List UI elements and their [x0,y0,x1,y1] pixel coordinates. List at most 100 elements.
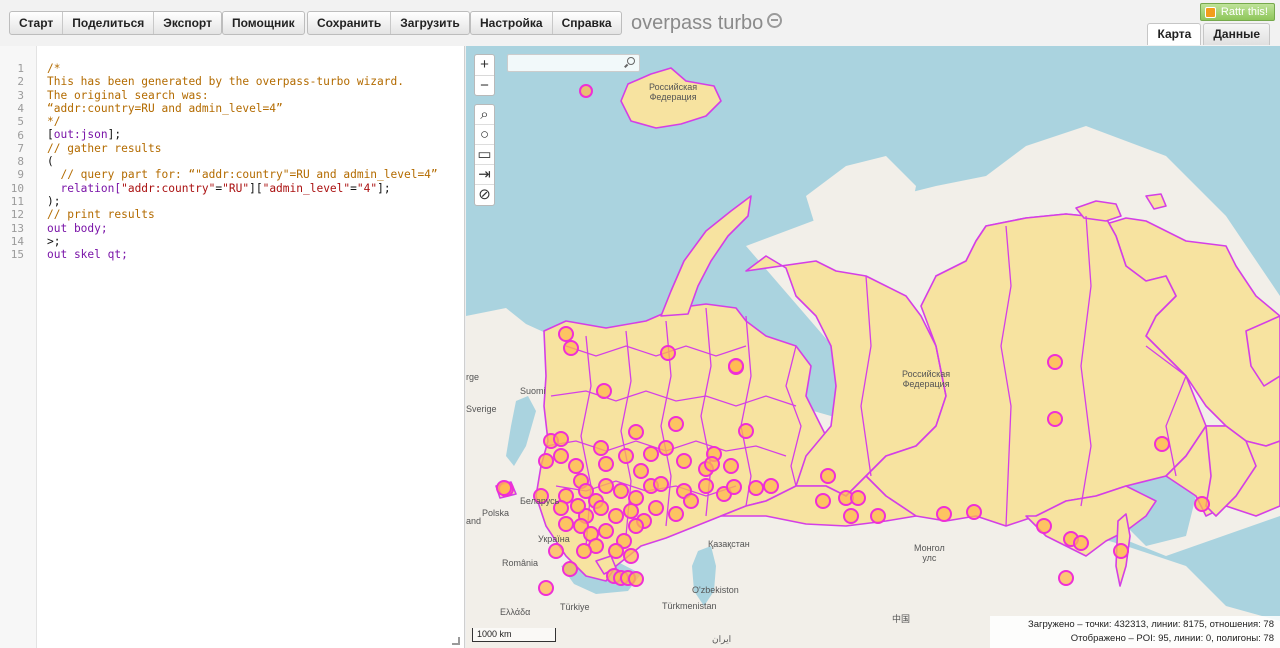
poi-marker [1036,518,1052,534]
export-button[interactable]: Экспорт [154,12,221,34]
code-line: ); [47,195,438,208]
line-number: 10 [10,181,24,195]
line-number: 2 [17,75,24,89]
poi-marker [558,326,574,342]
poi-marker [698,478,714,494]
help-button[interactable]: Справка [553,12,621,34]
poi-marker [966,504,982,520]
poi-marker [1154,436,1170,452]
settings-button[interactable]: Настройка [471,12,553,34]
label-and: and [466,516,482,526]
poi-marker [668,416,684,432]
code-token: The original search was: [47,88,209,102]
poi-marker [870,508,886,524]
line-number: 12 [10,208,24,222]
resize-handle-icon[interactable] [452,637,460,645]
query-code[interactable]: /* This has been generated by the overpas… [47,62,438,261]
poi-marker [668,506,684,522]
poi-marker [593,500,609,516]
line-number: 9 [17,168,24,182]
poi-marker [1047,354,1063,370]
map-scale: 1000 km [472,628,556,642]
code-token: out:json [53,128,108,142]
label-rf-north: Российская Федерация [649,82,698,102]
map-tools: ⌕ ○ ▭ ⇥ ⊘ [474,104,495,206]
code-token: /* [47,62,61,75]
map-search-input[interactable] [508,57,620,74]
map-view[interactable]: + − ⌕ ○ ▭ ⇥ ⊘ Российская Федерация Россий… [466,46,1280,648]
code-line: The original search was: [47,89,438,102]
poi-marker [723,458,739,474]
share-button[interactable]: Поделиться [63,12,155,34]
code-token: ]; [377,181,391,195]
poi-marker [1047,411,1063,427]
button-group-save: Сохранить Загрузить [307,11,470,35]
view-tabs: Карта Данные [1145,23,1270,45]
clear-icon[interactable]: ⊘ [475,185,494,205]
label-ukraina: Україна [538,534,570,544]
save-button[interactable]: Сохранить [308,12,392,34]
code-token: >; [47,234,61,248]
code-line: This has been generated by the overpass-… [47,75,438,88]
poi-marker [1194,496,1210,512]
rattr-icon [1204,6,1216,18]
poi-marker [843,508,859,524]
code-editor[interactable]: 1 2 3 4 5 6 7 8 9 10 11 12 13 14 15 /* This has been ge… [0,46,465,648]
code-token: “addr:country=RU and admin_level=4” [47,101,283,115]
code-token: [ [47,128,54,142]
poi-marker [598,456,614,472]
data-stats: Загружено – точки: 432313, линии: 8175, … [990,616,1280,648]
poi-marker [704,456,720,472]
rattr-label: Rattr this! [1220,6,1268,18]
zoom-to-data-icon[interactable]: ⌕ [475,105,494,125]
poi-marker [850,490,866,506]
poi-marker [763,478,779,494]
layers-icon[interactable]: ▭ [475,145,494,165]
line-number-gutter: 1 2 3 4 5 6 7 8 9 10 11 12 13 14 15 [0,46,37,648]
fullscreen-icon[interactable]: ⇥ [475,165,494,185]
poi-marker [683,493,699,509]
code-line: /* [47,62,438,75]
locate-icon[interactable]: ○ [475,125,494,145]
poi-marker [643,446,659,462]
code-line: */ [47,115,438,128]
zoom-in-button[interactable]: + [475,55,494,75]
line-number: 13 [10,221,24,235]
poi-marker [728,358,744,374]
rattr-button[interactable]: Rattr this! [1199,3,1275,21]
code-line: ( [47,155,438,168]
search-icon[interactable] [627,57,635,65]
poi-marker [558,516,574,532]
start-button[interactable]: Старт [10,12,64,34]
poi-marker [633,463,649,479]
map-search[interactable] [507,54,640,74]
line-number: 3 [17,88,24,102]
wizard-button[interactable]: Помощник [223,12,304,34]
poi-marker [726,479,742,495]
map-canvas[interactable] [466,46,1280,648]
poi-marker [623,503,639,519]
poi-marker [628,490,644,506]
label-ozbekiston: O'zbekiston [692,585,739,595]
button-group-help: Настройка Справка [470,11,622,35]
code-token: = [350,181,357,195]
line-number: 7 [17,141,24,155]
poi-marker [936,506,952,522]
tab-data[interactable]: Данные [1203,23,1270,45]
line-number: 1 [17,62,24,75]
poi-marker [608,508,624,524]
load-button[interactable]: Загрузить [391,12,468,34]
code-token: // print results [47,208,155,222]
poi-marker [538,453,554,469]
poi-marker [628,518,644,534]
zoom-out-button[interactable]: − [475,75,494,95]
poi-marker [658,440,674,456]
tab-map[interactable]: Карта [1147,23,1202,45]
label-turkiye: Türkiye [560,602,590,612]
code-token: relation[ [47,181,122,195]
poi-marker [1058,570,1074,586]
code-line: relation["addr:country" = "RU"]["admin_lev… [47,182,438,195]
poi-marker [553,448,569,464]
line-number: 8 [17,155,24,169]
app-title: overpass turbo [631,12,783,35]
